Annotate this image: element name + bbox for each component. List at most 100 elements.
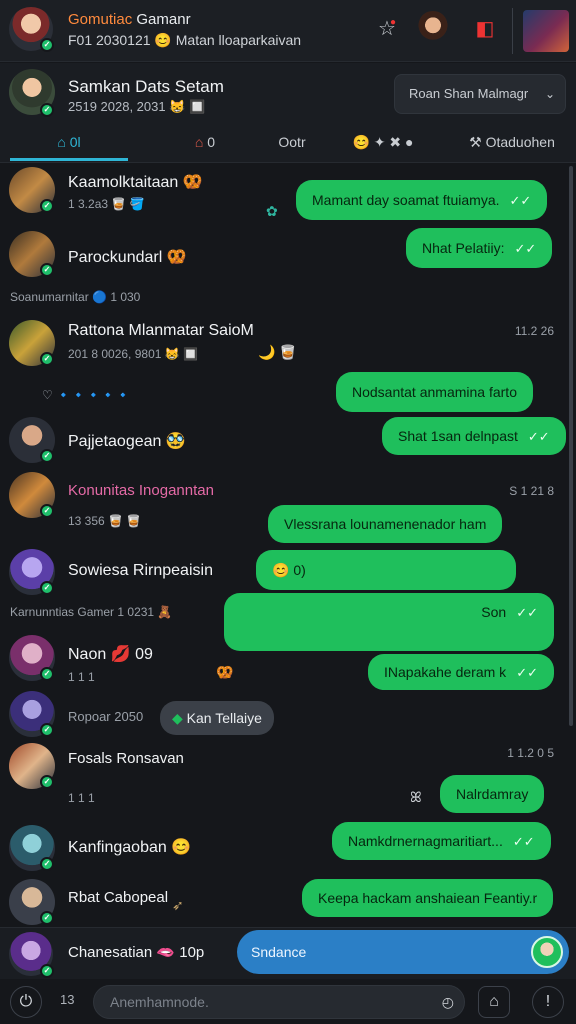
message-input[interactable]: Anemhamnode. ◴ bbox=[93, 985, 465, 1019]
list-item[interactable]: ✓ Pajjetaogean 🥸 Shat 1san delnpast ✓✓ bbox=[0, 415, 576, 467]
reaction-icon: ✿ bbox=[266, 203, 278, 219]
chat-online-badge: ✓ bbox=[40, 103, 54, 117]
tab-reactions[interactable]: 😊 ✦ ✖ ● bbox=[338, 125, 428, 161]
list-item[interactable]: ✓ Kanfingaoban 😊 Namkdrnernagmaritiart..… bbox=[0, 821, 576, 877]
contact-name: Chanesatian 🫦 10p bbox=[68, 944, 205, 961]
online-badge: ✓ bbox=[40, 857, 54, 871]
list-item[interactable]: ✓ Fosals Ronsavan 1 1 1 1 1.2 0 5 ꕤ Nalr… bbox=[0, 741, 576, 821]
subtitle-left: F01 2030121 bbox=[68, 32, 151, 48]
tab-reactions-label: 😊 ✦ ✖ ● bbox=[352, 134, 414, 150]
list-item[interactable]: ♡ 🔹🔹🔹🔹🔹 Nodsantat anmamina farto bbox=[0, 372, 576, 417]
contact-name: Pajjetaogean 🥸 bbox=[68, 433, 186, 450]
alert-icon[interactable]: ! bbox=[532, 986, 564, 1018]
contact-avatar[interactable] bbox=[416, 11, 450, 45]
message-bubble[interactable]: Nhat Pelatiiy: ✓✓ bbox=[406, 228, 553, 268]
message-bubble[interactable]: Namkdrnernagmaritiart... ✓✓ bbox=[332, 822, 551, 860]
tab-house-label: 0 bbox=[207, 134, 216, 150]
notification-icon[interactable]: ◧ bbox=[470, 14, 500, 44]
message-text: Son bbox=[481, 604, 507, 620]
list-item[interactable]: ✓ Konunitas Inoganntan 13 356 🥃 🥃 S 1 21… bbox=[0, 467, 576, 547]
tab-other[interactable]: Ootr bbox=[262, 125, 322, 161]
quick-reply-bar: ✓ Chanesatian 🫦 10p Sndance bbox=[0, 927, 576, 979]
message-bubble[interactable]: 😊 0) bbox=[256, 550, 516, 590]
list-item[interactable]: ✓ Naon 💋 09 1 1 1 🥨 INapakahe deram k ✓✓ bbox=[0, 633, 576, 691]
message-text: Nhat Pelatiiy: bbox=[422, 240, 505, 256]
contact-name: Rbat Cabopeal bbox=[68, 889, 169, 906]
star-icon[interactable]: ☆ ● bbox=[372, 14, 402, 44]
contact-name: Sowiesa Rirnpeaisin bbox=[68, 562, 213, 579]
read-receipt-icon: ✓✓ bbox=[516, 665, 538, 680]
tab-tools[interactable]: ⚒ Otaduohen bbox=[456, 125, 568, 161]
app-header: ✓ Gomutiac Gamanr F01 2030121 😊 Matan ll… bbox=[0, 0, 576, 62]
contact-meta: 1 1 1 bbox=[68, 791, 95, 805]
contact-meta: 1 1 1 bbox=[68, 670, 95, 684]
char-counter: 13 bbox=[60, 992, 75, 1007]
contact-name: Naon 💋 09 bbox=[68, 646, 153, 663]
subtitle-right: Matan lloaparkaivan bbox=[175, 32, 302, 48]
app-subtitle: F01 2030121 😊 Matan lloaparkaivan bbox=[68, 32, 301, 49]
message-bubble[interactable]: Mamant day soamat ftuiamya. ✓✓ bbox=[296, 180, 548, 220]
contact-name: Kaamolktaitaan 🥨 bbox=[68, 174, 203, 191]
attachment-icon[interactable]: ⌂ bbox=[478, 986, 510, 1018]
message-text: Namkdrnernagmaritiart... bbox=[348, 833, 503, 849]
online-badge: ✓ bbox=[40, 667, 54, 681]
reaction-icon: ➶ bbox=[172, 897, 184, 913]
read-receipt-icon: ✓✓ bbox=[527, 429, 550, 444]
message-text: Keepa hackam anshaiean Feantiy.r bbox=[318, 890, 538, 906]
list-item[interactable]: ✓ Parockundarl 🥨 Nhat Pelatiiy: ✓✓ bbox=[0, 227, 576, 289]
subtitle-emoji: 😊 bbox=[154, 32, 172, 48]
chat-name: Samkan Dats Setam bbox=[68, 77, 224, 96]
message-bubble[interactable]: Nodsantat anmamina farto bbox=[336, 372, 533, 412]
message-placeholder: Anemhamnode. bbox=[110, 994, 209, 1010]
message-bubble[interactable]: Vlessrana lounamenenador ham bbox=[268, 505, 503, 543]
tab-bar: ⌂ 0l ⌂ 0 Ootr 😊 ✦ ✖ ● ⚒ Otaduohen bbox=[0, 125, 576, 163]
send-label: Sndance bbox=[251, 944, 307, 960]
list-item[interactable]: ✓ Sowiesa Rirnpeaisin 😊 0) bbox=[0, 547, 576, 597]
contact-meta: 201 8 0026, 9801 😸 🔲 bbox=[68, 347, 198, 361]
dropdown-label: Roan Shan Malmagr bbox=[409, 86, 529, 101]
send-message-button[interactable]: Sndance bbox=[237, 930, 569, 974]
read-receipt-icon: ✓✓ bbox=[512, 834, 535, 849]
online-badge: ✓ bbox=[40, 504, 54, 518]
message-text: Nodsantat anmamina farto bbox=[352, 384, 517, 400]
message-bubble[interactable]: Nalrdamray bbox=[440, 775, 545, 813]
message-bubble[interactable]: Keepa hackam anshaiean Feantiy.r bbox=[302, 879, 554, 917]
tools-icon: ⚒ bbox=[469, 134, 482, 150]
chat-list[interactable]: ✓ Kaamolktaitaan 🥨 1 3.2a3 🥃 🪣 ✿ Mamant … bbox=[0, 163, 576, 929]
read-receipt-icon: ✓✓ bbox=[509, 193, 532, 208]
message-text: Vlessrana lounamenenador ham bbox=[284, 516, 487, 532]
list-item[interactable]: ✓ Kaamolktaitaan 🥨 1 3.2a3 🥃 🪣 ✿ Mamant … bbox=[0, 163, 576, 227]
tab-home[interactable]: ⌂ 0l bbox=[10, 125, 128, 161]
contact-meta: 13 356 🥃 🥃 bbox=[68, 514, 142, 528]
reply-chip[interactable]: ◆ Kan Tellaiye bbox=[160, 701, 274, 735]
message-bubble[interactable]: INapakahe deram k ✓✓ bbox=[368, 654, 554, 690]
message-text: Nalrdamray bbox=[456, 786, 529, 802]
message-bubble[interactable]: Shat 1san delnpast ✓✓ bbox=[382, 417, 566, 455]
online-badge: ✓ bbox=[40, 449, 54, 463]
system-notice: Soanumarnitar 🔵 1 030 bbox=[0, 285, 576, 315]
online-badge: ✓ bbox=[40, 775, 54, 789]
online-badge: ✓ bbox=[40, 911, 54, 925]
reply-chip-text: Kan Tellaiye bbox=[186, 710, 262, 726]
system-text: Karnunntias Gamer 1 0231 🧸 bbox=[10, 605, 173, 619]
timer-icon[interactable]: ◴ bbox=[442, 986, 454, 1018]
power-icon[interactable]: ⏻ bbox=[10, 986, 42, 1018]
chat-filter-dropdown[interactable]: Roan Shan Malmagr ⌄ bbox=[394, 74, 566, 114]
list-item[interactable]: ✓ Rbat Cabopeal ➶ Keepa hackam anshaiean… bbox=[0, 877, 576, 929]
contact-name: Ropoar 2050 bbox=[68, 709, 144, 724]
home-icon: ⌂ bbox=[57, 134, 66, 150]
app-title-rest: Gamanr bbox=[136, 11, 191, 28]
online-badge: ✓ bbox=[40, 199, 54, 213]
reaction-emoji: 🌙 🥃 bbox=[258, 344, 297, 360]
timestamp: 11.2 26 bbox=[514, 324, 554, 338]
scrollbar[interactable] bbox=[569, 166, 573, 726]
house-icon: ⌂ bbox=[194, 134, 204, 150]
header-divider bbox=[512, 8, 513, 54]
group-avatar[interactable] bbox=[523, 10, 569, 52]
reply-icon: ◆ bbox=[172, 710, 183, 726]
list-item[interactable]: ✓ Ropoar 2050 ◆ Kan Tellaiye bbox=[0, 691, 576, 741]
timestamp: 1 1.2 0 5 bbox=[507, 746, 554, 760]
tab-house[interactable]: ⌂ 0 bbox=[160, 125, 250, 161]
chat-meta: 2519 2028, 2031 😸 🔲 bbox=[68, 99, 206, 114]
online-badge: ✓ bbox=[40, 723, 54, 737]
